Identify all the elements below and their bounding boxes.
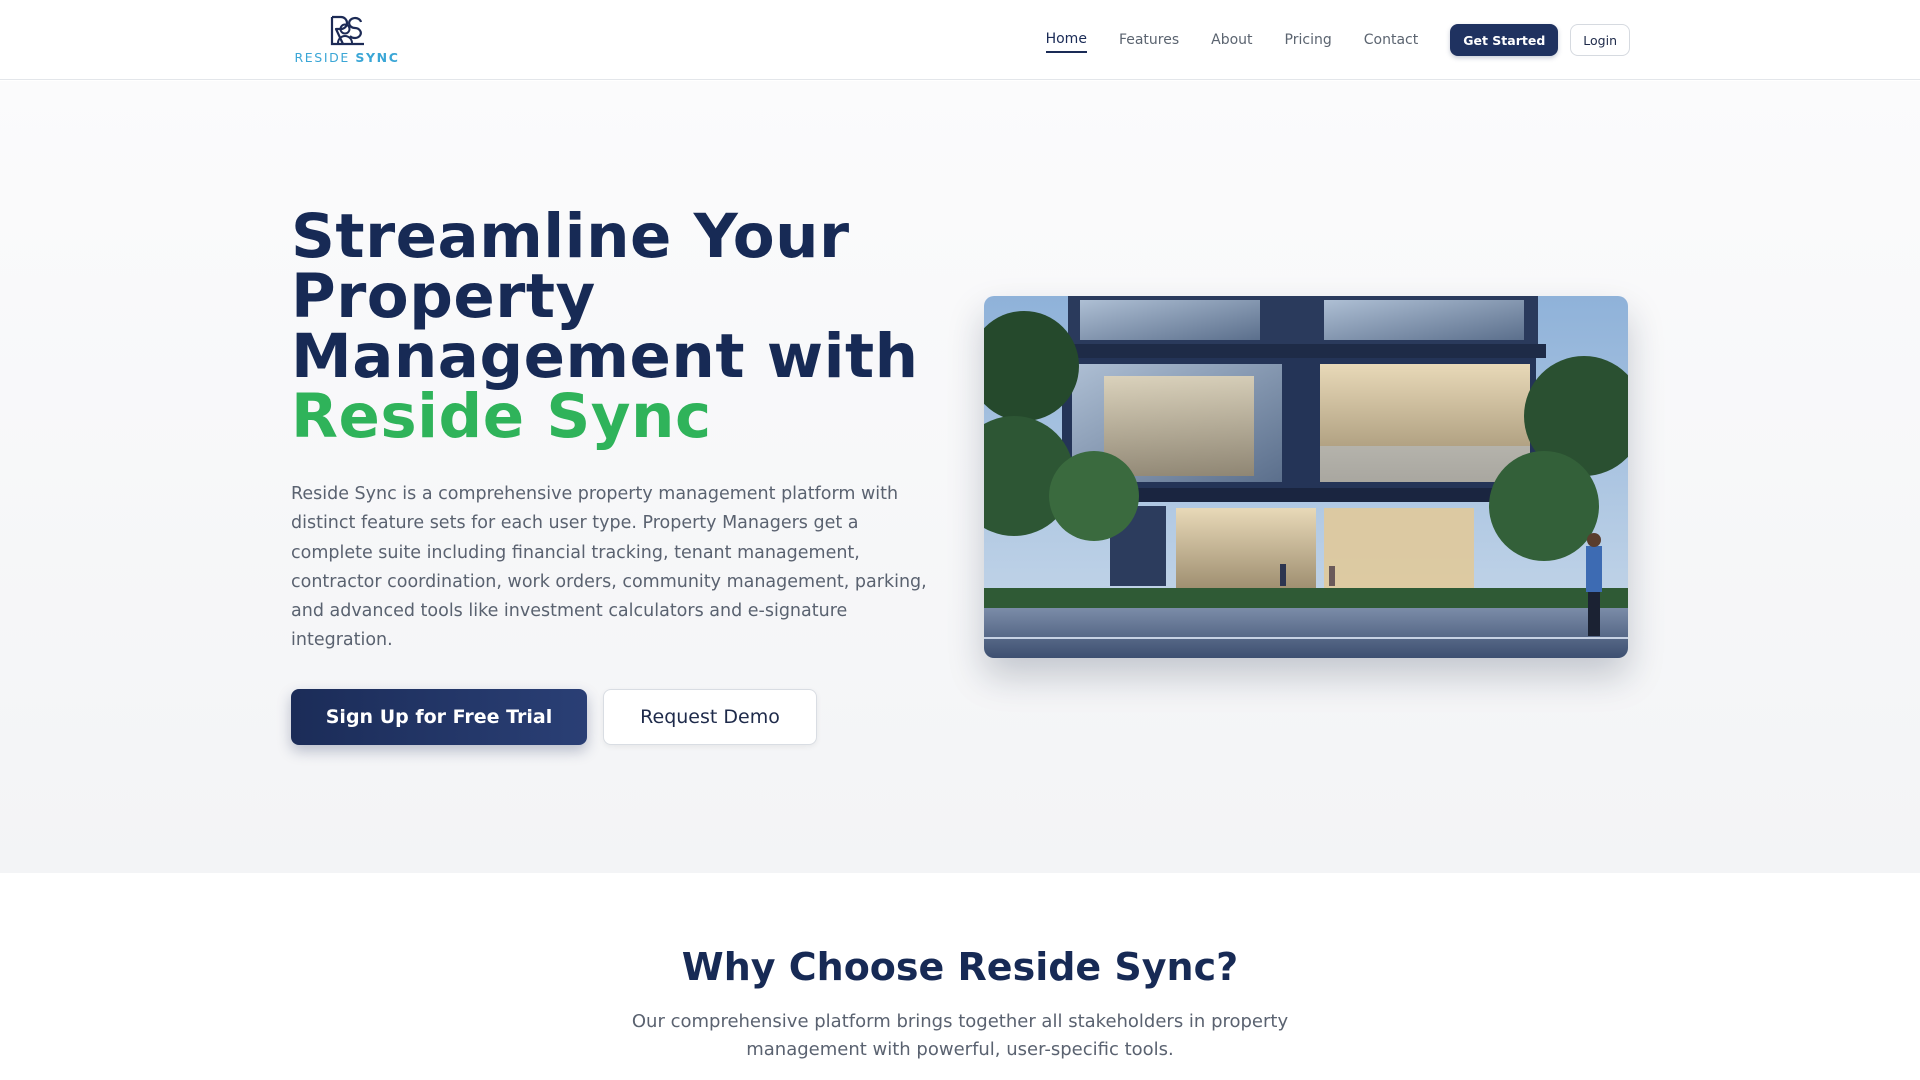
main-nav: Home Features About Pricing Contact Get … [1014,0,1630,80]
logo[interactable]: RESIDE SYNC [291,14,403,68]
nav-contact[interactable]: Contact [1364,28,1418,52]
request-demo-button[interactable]: Request Demo [603,689,817,745]
modern-building-photo-icon [984,296,1628,658]
nav-pricing[interactable]: Pricing [1285,28,1332,52]
nav-about[interactable]: About [1211,28,1252,52]
nav-home[interactable]: Home [1045,27,1087,53]
hero-section: Streamline Your Property Management with… [0,81,1920,873]
hero-description: Reside Sync is a comprehensive property … [291,484,927,651]
hero-title-line-1: Streamline Your [291,201,850,272]
hero-title-line-2: Property [291,261,596,332]
hero-title-accent: Reside Sync [291,381,712,452]
hero-title: Streamline Your Property Management with… [291,201,971,452]
why-choose-title: Why Choose Reside Sync? [681,945,1239,989]
logo-wordmark-light: RESIDE [294,50,350,65]
get-started-button[interactable]: Get Started [1450,24,1559,56]
site-header: RESIDE SYNC Home Features About Pricing … [0,0,1920,80]
hero-title-line-3: Management with [291,321,919,392]
logo-wordmark-bold: SYNC [355,50,400,65]
nav-features[interactable]: Features [1119,28,1179,52]
sign-up-free-trial-button[interactable]: Sign Up for Free Trial [291,689,587,745]
logo-wordmark: RESIDE SYNC [295,50,400,65]
hero-building-image [984,296,1628,658]
logo-mark-icon [330,15,364,46]
login-button[interactable]: Login [1570,24,1630,56]
why-choose-subtitle: Our comprehensive platform brings togeth… [631,1011,1289,1060]
